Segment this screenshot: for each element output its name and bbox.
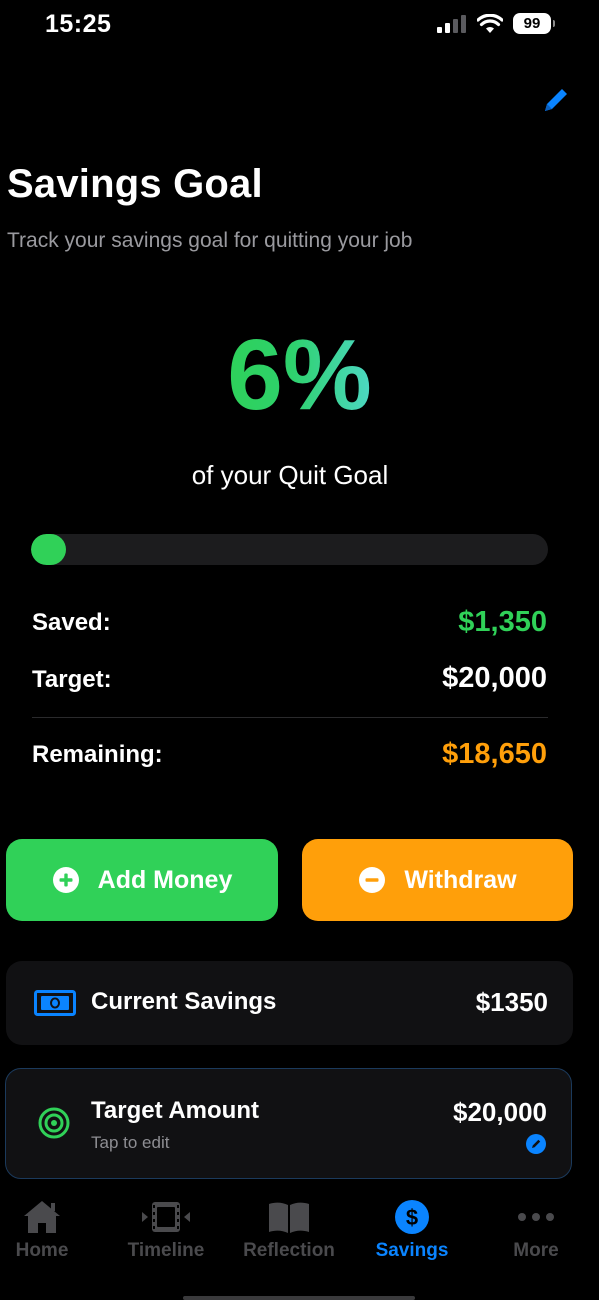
current-savings-value: $1350: [475, 987, 548, 1017]
target-amount-title: Target Amount: [91, 1097, 259, 1124]
withdraw-label: Withdraw: [404, 865, 517, 894]
battery-level: 99: [523, 15, 541, 32]
status-icons: 99: [437, 13, 555, 34]
tab-savings[interactable]: $ Savings: [357, 1198, 467, 1270]
goal-progress-bar: [31, 534, 548, 565]
saved-value: $1,350: [458, 606, 547, 638]
pencil-icon: [545, 89, 567, 111]
target-amount-hint: Tap to edit: [91, 1133, 170, 1152]
ellipsis-icon: [518, 1213, 554, 1221]
svg-text:$: $: [406, 1205, 418, 1230]
goal-caption: of your Quit Goal: [191, 460, 389, 490]
battery-indicator: 99: [513, 13, 555, 34]
status-time: 15:25: [45, 10, 112, 38]
wifi-icon: [477, 13, 503, 33]
plus-circle-icon: [52, 867, 79, 893]
goal-progress-fill: [31, 534, 66, 565]
target-icon: [38, 1107, 70, 1139]
tab-home[interactable]: Home: [0, 1198, 97, 1270]
tab-timeline[interactable]: Timeline: [111, 1198, 221, 1270]
goal-percentage: 6%: [0, 325, 599, 425]
add-money-label: Add Money: [97, 865, 233, 894]
target-label: Target:: [32, 666, 112, 693]
add-money-button[interactable]: Add Money: [6, 839, 278, 921]
tab-more-label: More: [513, 1240, 559, 1261]
tab-savings-label: Savings: [375, 1240, 449, 1261]
tab-more[interactable]: More: [481, 1198, 591, 1270]
home-indicator: [183, 1296, 415, 1300]
remaining-label: Remaining:: [32, 741, 163, 768]
tab-timeline-label: Timeline: [127, 1240, 205, 1261]
edit-badge-icon[interactable]: [526, 1134, 546, 1154]
current-savings-title: Current Savings: [91, 988, 277, 1015]
film-timeline-icon: [142, 1202, 190, 1232]
signal-icon: [437, 14, 466, 33]
book-icon: [269, 1202, 309, 1233]
page-subtitle: Track your savings goal for quitting you…: [7, 229, 413, 252]
withdraw-button[interactable]: Withdraw: [302, 839, 573, 921]
minus-circle-icon: [359, 867, 386, 893]
summary-divider: [32, 717, 548, 718]
banknote-icon: [34, 990, 76, 1016]
target-amount-card[interactable]: Target Amount Tap to edit $20,000: [5, 1068, 572, 1179]
tab-reflection[interactable]: Reflection: [234, 1198, 344, 1270]
remaining-value: $18,650: [442, 738, 547, 770]
dollar-icon: $: [395, 1200, 429, 1234]
target-value: $20,000: [442, 662, 547, 694]
tab-reflection-label: Reflection: [243, 1240, 335, 1261]
target-amount-value: $20,000: [453, 1097, 547, 1127]
edit-button[interactable]: [540, 84, 572, 116]
tab-home-label: Home: [15, 1240, 69, 1261]
current-savings-card: Current Savings $1350: [6, 961, 573, 1045]
saved-label: Saved:: [32, 609, 111, 636]
house-icon: [24, 1201, 60, 1233]
page-title: Savings Goal: [7, 162, 263, 206]
goal-percentage-value: 6%: [227, 319, 372, 431]
